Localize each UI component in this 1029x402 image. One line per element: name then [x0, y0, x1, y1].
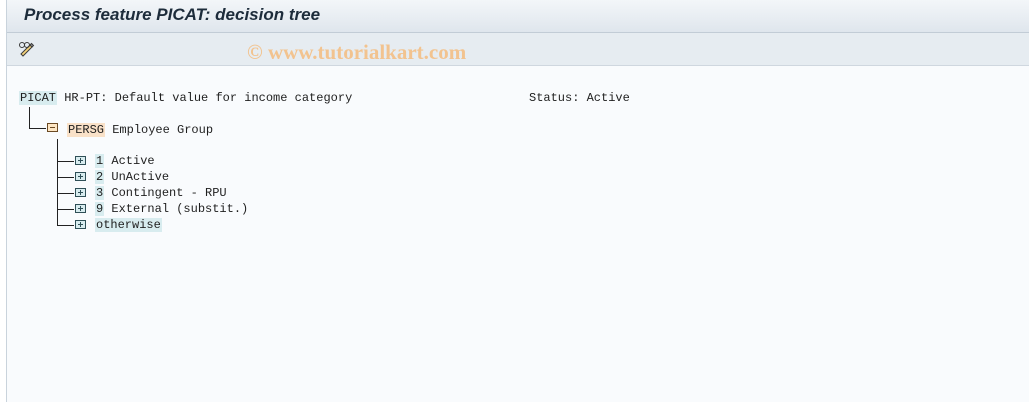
feature-key: PICAT [19, 91, 58, 105]
branch-item[interactable]: 3 Contingent - RPU [95, 186, 227, 201]
branch-key: 1 [95, 154, 105, 168]
folder-closed-icon[interactable] [75, 204, 86, 213]
branch-key: 2 [95, 170, 105, 184]
branch-key: 3 [95, 186, 105, 200]
tree-connector [57, 139, 58, 225]
tree-root[interactable]: PICAT HR-PT: Default value for income ca… [19, 91, 352, 106]
pencil-glasses-icon [19, 42, 35, 57]
folder-closed-icon[interactable] [75, 172, 86, 181]
sap-window: Process feature PICAT: decision tree © w… [6, 0, 1029, 402]
folder-open-icon[interactable] [47, 123, 58, 132]
tree-connector [57, 177, 74, 178]
branch-key: 9 [95, 202, 105, 216]
branch-item[interactable]: 2 UnActive [95, 170, 169, 185]
branch-label: UnActive [111, 170, 170, 184]
branch-item[interactable]: otherwise [95, 218, 162, 233]
branch-item[interactable]: 9 External (substit.) [95, 202, 248, 217]
feature-description: HR-PT: Default value for income category [64, 91, 353, 105]
tree-connector [57, 225, 74, 226]
change-display-button[interactable] [17, 39, 37, 59]
folder-closed-icon[interactable] [75, 220, 86, 229]
tree-connector [29, 107, 30, 129]
tree-connector [57, 193, 74, 194]
tree-connector [57, 209, 74, 210]
folder-closed-icon[interactable] [75, 188, 86, 197]
title-bar: Process feature PICAT: decision tree [7, 0, 1029, 33]
branch-label: External (substit.) [111, 202, 249, 216]
decision-key: PERSG [67, 123, 106, 137]
branch-label: Active [111, 154, 155, 168]
decision-description: Employee Group [112, 123, 214, 137]
folder-closed-icon[interactable] [75, 156, 86, 165]
tree-connector [29, 128, 46, 129]
tree-connector [57, 161, 74, 162]
watermark-text: © www.tutorialkart.com [247, 40, 467, 64]
feature-status: Status: Active [529, 91, 630, 105]
branch-label: Contingent - RPU [111, 186, 227, 200]
decision-node[interactable]: PERSG Employee Group [67, 123, 213, 138]
window-title: Process feature PICAT: decision tree [24, 5, 321, 24]
decision-tree: PICAT HR-PT: Default value for income ca… [7, 66, 1029, 402]
application-toolbar: © www.tutorialkart.com [7, 33, 1029, 66]
branch-item[interactable]: 1 Active [95, 154, 155, 169]
branch-label: otherwise [95, 218, 162, 232]
